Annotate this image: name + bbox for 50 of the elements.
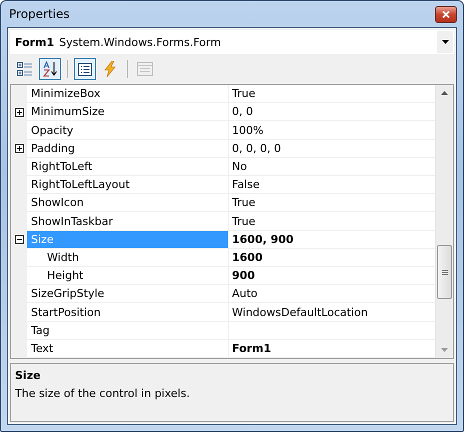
scrollbar[interactable] [435, 85, 453, 358]
property-name[interactable]: SizeGripStyle [27, 285, 229, 304]
list-icon [78, 62, 92, 76]
property-name[interactable]: MinimumSize [27, 103, 229, 122]
object-name: Form1 [15, 36, 54, 48]
dropdown-icon [442, 40, 448, 44]
property-value[interactable]: True [229, 194, 435, 212]
expand-icon[interactable] [14, 108, 24, 117]
property-name[interactable]: RightToLeftLayout [27, 176, 229, 194]
toolbar-button[interactable] [39, 58, 61, 80]
property-value[interactable]: True [229, 85, 435, 104]
window-title: Properties [8, 7, 70, 21]
property-name[interactable]: RightToLeft [27, 158, 229, 176]
property-name[interactable]: Opacity [27, 121, 229, 140]
property-name[interactable]: Padding [27, 140, 229, 158]
property-name[interactable]: Text [27, 340, 229, 358]
property-name[interactable]: ShowInTaskbar [27, 212, 229, 231]
property-value[interactable]: 0, 0, 0, 0 [229, 140, 435, 158]
property-value[interactable]: WindowsDefaultLocation [229, 303, 435, 322]
property-value[interactable]: No [229, 158, 435, 176]
collapse-icon[interactable] [14, 235, 24, 244]
scroll-up-icon[interactable] [441, 91, 448, 95]
property-name[interactable]: StartPosition [27, 303, 229, 322]
sort-icon [42, 61, 58, 77]
property-name[interactable]: Height [27, 267, 229, 286]
object-selector[interactable]: Form1 System.Windows.Forms.Form [10, 30, 454, 54]
toolbar-button[interactable] [74, 58, 96, 80]
property-value[interactable]: Form1 [229, 340, 435, 358]
property-value[interactable]: 0, 0 [229, 103, 435, 122]
description-text: The size of the control in pixels. [15, 387, 191, 400]
property-pages-icon [137, 62, 153, 76]
expand-icon[interactable] [14, 144, 24, 154]
property-name[interactable]: Width [27, 248, 229, 268]
property-value[interactable]: True [229, 212, 435, 231]
close-button[interactable] [435, 6, 457, 22]
property-name[interactable]: ShowIcon [27, 194, 229, 212]
property-value[interactable]: 900 [229, 267, 435, 286]
property-value[interactable]: 1600, 900 [229, 230, 435, 249]
property-value[interactable]: 100% [229, 121, 435, 140]
scroll-thumb[interactable] [437, 245, 452, 299]
description-title: Size [15, 369, 42, 382]
property-value[interactable]: Auto [229, 285, 435, 304]
property-value[interactable]: 1600 [229, 248, 435, 268]
property-name[interactable]: Tag [27, 322, 229, 340]
property-value[interactable]: False [229, 176, 435, 194]
lightning-icon [104, 61, 116, 77]
categorized-icon [17, 61, 33, 77]
close-icon [442, 10, 450, 18]
object-type: System.Windows.Forms.Form [59, 36, 221, 48]
property-name[interactable]: MinimizeBox [27, 85, 229, 104]
